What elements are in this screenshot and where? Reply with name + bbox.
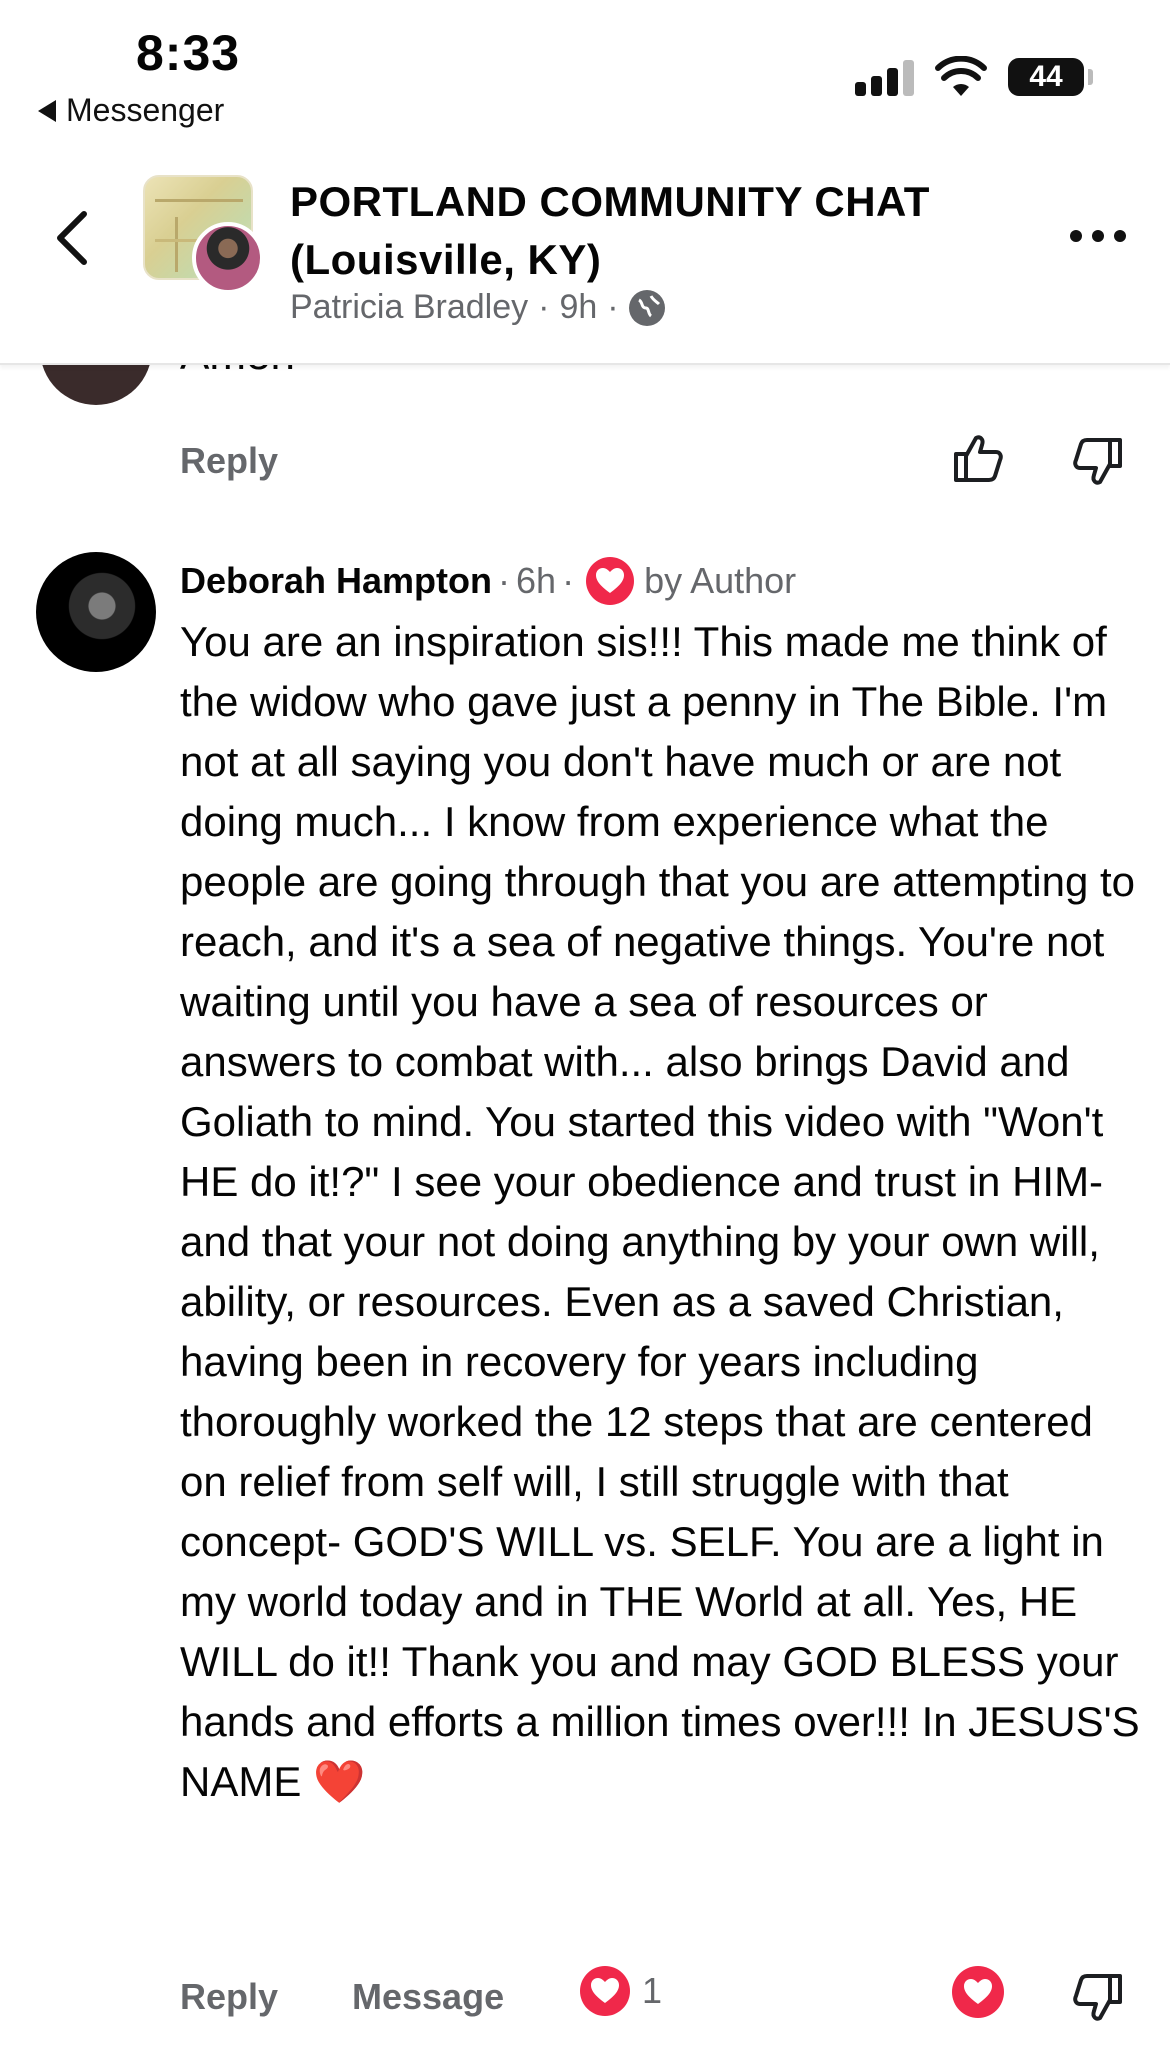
back-triangle-icon [38,99,56,122]
separator-dot: · [607,288,619,326]
comment-author[interactable]: Deborah Hampton [180,560,492,602]
comment-body: You are an inspiration sis!!! This made … [180,618,1140,1805]
status-bar: 8:33 Messenger 44 [0,0,1170,140]
separator-dot: · [538,288,550,326]
back-to-app-link[interactable]: Messenger [38,92,224,129]
separator-dot: · [562,560,575,601]
reply-button[interactable]: Reply [180,1976,278,2018]
reaction-count: 1 [642,1970,663,2011]
poster-name[interactable]: Patricia Bradley [290,288,528,327]
post-subtitle: Patricia Bradley · 9h · [290,288,665,327]
battery-level: 44 [1029,60,1063,93]
thumbs-up-icon[interactable] [950,430,1006,486]
back-app-label: Messenger [66,92,225,128]
comment-meta: Deborah Hampton · 6h · by Author [180,557,796,605]
cell-signal-icon [855,60,915,96]
globe-icon [628,289,665,326]
thumbs-down-icon[interactable] [1070,434,1126,490]
back-chevron-icon[interactable] [52,208,92,268]
author-reaction-label: by Author [644,560,797,601]
more-options-icon[interactable] [1070,230,1130,250]
previous-reply-button[interactable]: Reply [180,440,278,482]
poster-avatar[interactable] [192,222,264,294]
wifi-icon [935,56,987,96]
heart-icon [580,1966,630,2016]
clock: 8:33 [136,25,241,81]
comment-time: 6h [516,560,557,601]
heart-react-icon[interactable] [952,1966,1004,2018]
heart-icon [586,557,635,605]
post-time: 9h [559,288,598,326]
comment-actions: Reply Message 1 [0,1966,1170,2036]
separator-dot: · [498,560,511,601]
reaction-summary[interactable]: 1 [580,1966,662,2016]
battery-icon: 44 [1008,58,1084,96]
thumbs-down-icon[interactable] [1070,1970,1126,2026]
battery-cap [1088,69,1093,85]
message-button[interactable]: Message [352,1976,504,2018]
commenter-avatar[interactable] [36,552,156,672]
group-title[interactable]: PORTLAND COMMUNITY CHAT (Louisville, KY) [290,173,1030,289]
previous-comment-actions: Reply [0,430,1170,500]
post-header: PORTLAND COMMUNITY CHAT (Louisville, KY)… [0,140,1170,365]
